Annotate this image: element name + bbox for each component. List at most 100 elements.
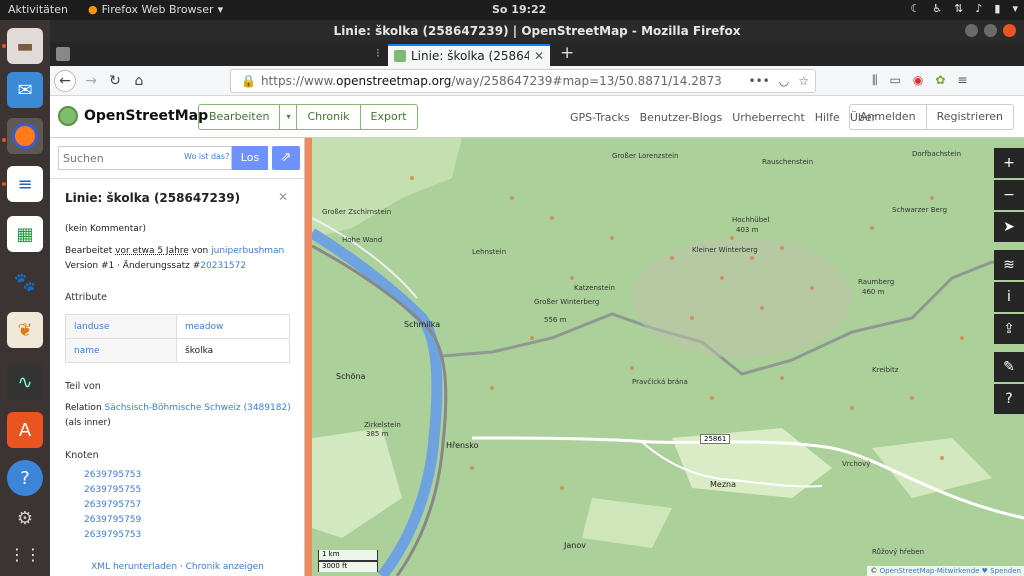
butterfly-icon[interactable]: ❦ [7,312,43,348]
system-monitor-icon[interactable]: ∿ [7,364,43,400]
writer-icon[interactable]: ≡ [7,166,43,202]
show-history-link[interactable]: Chronik anzeigen [186,562,264,572]
thunderbird-icon[interactable]: ✉ [7,72,43,108]
chevron-down-icon: ▾ [217,3,224,16]
system-tray[interactable]: ☾ ♿ ⇅ ♪ ▮ ▾ [910,2,1018,15]
peak-label: Pravčická brána [632,378,688,386]
url-bar[interactable]: 🔒 https://www.openstreetmap.org/way/25864… [230,69,816,93]
app-menu-label: Firefox Web Browser [101,3,214,16]
help-icon[interactable]: ? [7,460,43,496]
road-number-badge: 25861 [700,434,731,444]
minimize-button[interactable] [965,24,978,37]
extension-icon[interactable]: ◉ [913,73,923,88]
nav-help[interactable]: Hilfe [815,111,840,124]
reload-button[interactable]: ↻ [104,70,126,92]
back-button[interactable]: ← [54,70,76,92]
gimp-icon[interactable]: 🐾 [7,264,43,300]
files-icon[interactable]: ▬ [7,28,43,64]
url-domain: openstreetmap.org [336,74,452,88]
relation-link[interactable]: Sächsisch-Böhmische Schweiz (3489182) [105,403,291,413]
donate-link[interactable]: ♥ Spenden [979,567,1021,575]
attr-value: meadow [176,314,290,339]
firefox-dock-icon[interactable] [7,118,43,154]
nav-copyright[interactable]: Urheberrecht [732,111,805,124]
feature-comment: (kein Kommentar) [65,224,146,234]
app-menu[interactable]: ● Firefox Web Browser ▾ [88,3,223,16]
table-row: name školka [65,338,290,363]
query-features-icon[interactable]: ? [994,384,1024,414]
signup-button[interactable]: Registrieren [927,105,1013,129]
peak-label: Lehnstein [472,248,507,256]
peak-label: Růžový hřeben [872,548,925,556]
tab-osm[interactable]: Linie: školka (258647239) ✕ [388,44,550,66]
sidebar-resize-handle[interactable] [305,138,312,576]
forward-button[interactable]: → [80,70,102,92]
export-button[interactable]: Export [361,105,417,129]
extension-2-icon[interactable]: ✿ [935,73,945,88]
library-icon[interactable]: ⫼ [872,73,878,88]
changeset-link[interactable]: 20231572 [200,261,246,271]
login-button[interactable]: Anmelden [850,105,927,129]
osm-page: OpenStreetMap Bearbeiten ▾ Chronik Expor… [50,96,1024,576]
edit-dropdown-icon[interactable]: ▾ [280,105,298,129]
zoom-out-button[interactable]: − [994,180,1024,210]
feature-title: Linie: školka (258647239) [65,191,241,205]
power-icon: ▾ [1012,2,1018,15]
node-link[interactable]: 2639795753 [84,528,141,543]
page-actions-icon[interactable]: ••• [749,70,770,92]
where-is-this-link[interactable]: Wo ist das? [184,152,229,161]
search-go-button[interactable]: Los [232,146,268,170]
node-link[interactable]: 2639795755 [84,483,141,498]
peak-label: Kleiner Winterberg [692,246,758,254]
settings-icon[interactable]: ⚙ [7,500,43,536]
edit-button[interactable]: Bearbeiten [199,105,281,129]
sidebar-tab-icon[interactable] [56,47,70,61]
share-icon[interactable]: ⇪ [994,314,1024,344]
attributes-table: landuse meadow name školka [65,314,290,363]
new-tab-button[interactable]: + [560,43,574,63]
tab-overflow-icon[interactable]: ⁝ [376,46,380,60]
menu-icon[interactable]: ≡ [957,73,967,88]
calc-icon[interactable]: ▦ [7,216,43,252]
map[interactable]: Schmilka Schöna Hřensko Mezna Janov Zirk… [312,138,1024,576]
home-button[interactable]: ⌂ [128,70,150,92]
peak-label: Rauschenstein [762,158,814,166]
attribution-link[interactable]: OpenStreetMap-Mitwirkende [880,567,980,575]
tab-close-icon[interactable]: ✕ [534,49,544,63]
map-info-icon[interactable]: i [994,282,1024,312]
add-note-icon[interactable]: ✎ [994,352,1024,382]
activities-button[interactable]: Aktivitäten [8,3,68,16]
sidebar-toggle-icon[interactable]: ▭ [890,73,901,88]
attr-value: školka [176,338,290,363]
software-center-icon[interactable]: A [7,412,43,448]
attr-key[interactable]: landuse [65,314,177,339]
close-sidebar-icon[interactable]: ✕ [278,190,288,204]
peak-label: Raumberg [858,278,895,286]
history-button[interactable]: Chronik [297,105,361,129]
osm-header: OpenStreetMap Bearbeiten ▾ Chronik Expor… [50,96,1024,138]
zoom-in-button[interactable]: + [994,148,1024,178]
node-link[interactable]: 2639795757 [84,498,141,513]
peak-label: Großer Winterberg [534,298,600,306]
divider [50,178,304,179]
download-xml-link[interactable]: XML herunterladen [91,562,177,572]
pocket-icon[interactable]: ◡ [779,70,789,92]
locate-icon[interactable]: ➤ [994,212,1024,242]
directions-icon[interactable]: ⇗ [272,146,300,170]
clock[interactable]: So 19:22 [492,3,546,16]
close-window-button[interactable] [1003,24,1016,37]
place-label: Hřensko [446,441,479,450]
node-link[interactable]: 2639795759 [84,513,141,528]
bookmark-star-icon[interactable]: ☆ [798,70,809,92]
nav-user-diaries[interactable]: Benutzer-Blogs [640,111,723,124]
node-link[interactable]: 2639795753 [84,468,141,483]
layers-icon[interactable]: ≋ [994,250,1024,280]
edited-by: von [188,246,212,256]
nav-gps-traces[interactable]: GPS-Tracks [570,111,630,124]
user-link[interactable]: juniperbushman [211,246,284,256]
maximize-button[interactable] [984,24,997,37]
attr-key[interactable]: name [65,338,177,363]
osm-logo[interactable]: OpenStreetMap [58,106,208,126]
app-grid-icon[interactable]: ⋮⋮ [7,536,43,572]
peak-elevation: 385 m [366,430,389,438]
